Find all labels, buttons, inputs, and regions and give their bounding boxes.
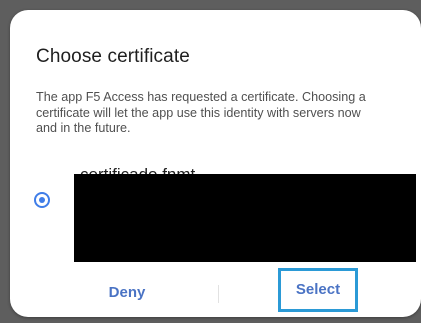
select-button[interactable]: Select — [278, 268, 358, 312]
redacted-certificate-details — [74, 174, 416, 262]
button-divider — [218, 285, 219, 303]
deny-button[interactable]: Deny — [92, 280, 162, 306]
radio-selected-dot — [39, 197, 45, 203]
dialog-title: Choose certificate — [36, 46, 190, 67]
dialog-description: The app F5 Access has requested a certif… — [36, 90, 366, 135]
certificate-radio-button[interactable] — [34, 192, 50, 208]
certificate-dialog: Choose certificate The app F5 Access has… — [10, 10, 421, 317]
